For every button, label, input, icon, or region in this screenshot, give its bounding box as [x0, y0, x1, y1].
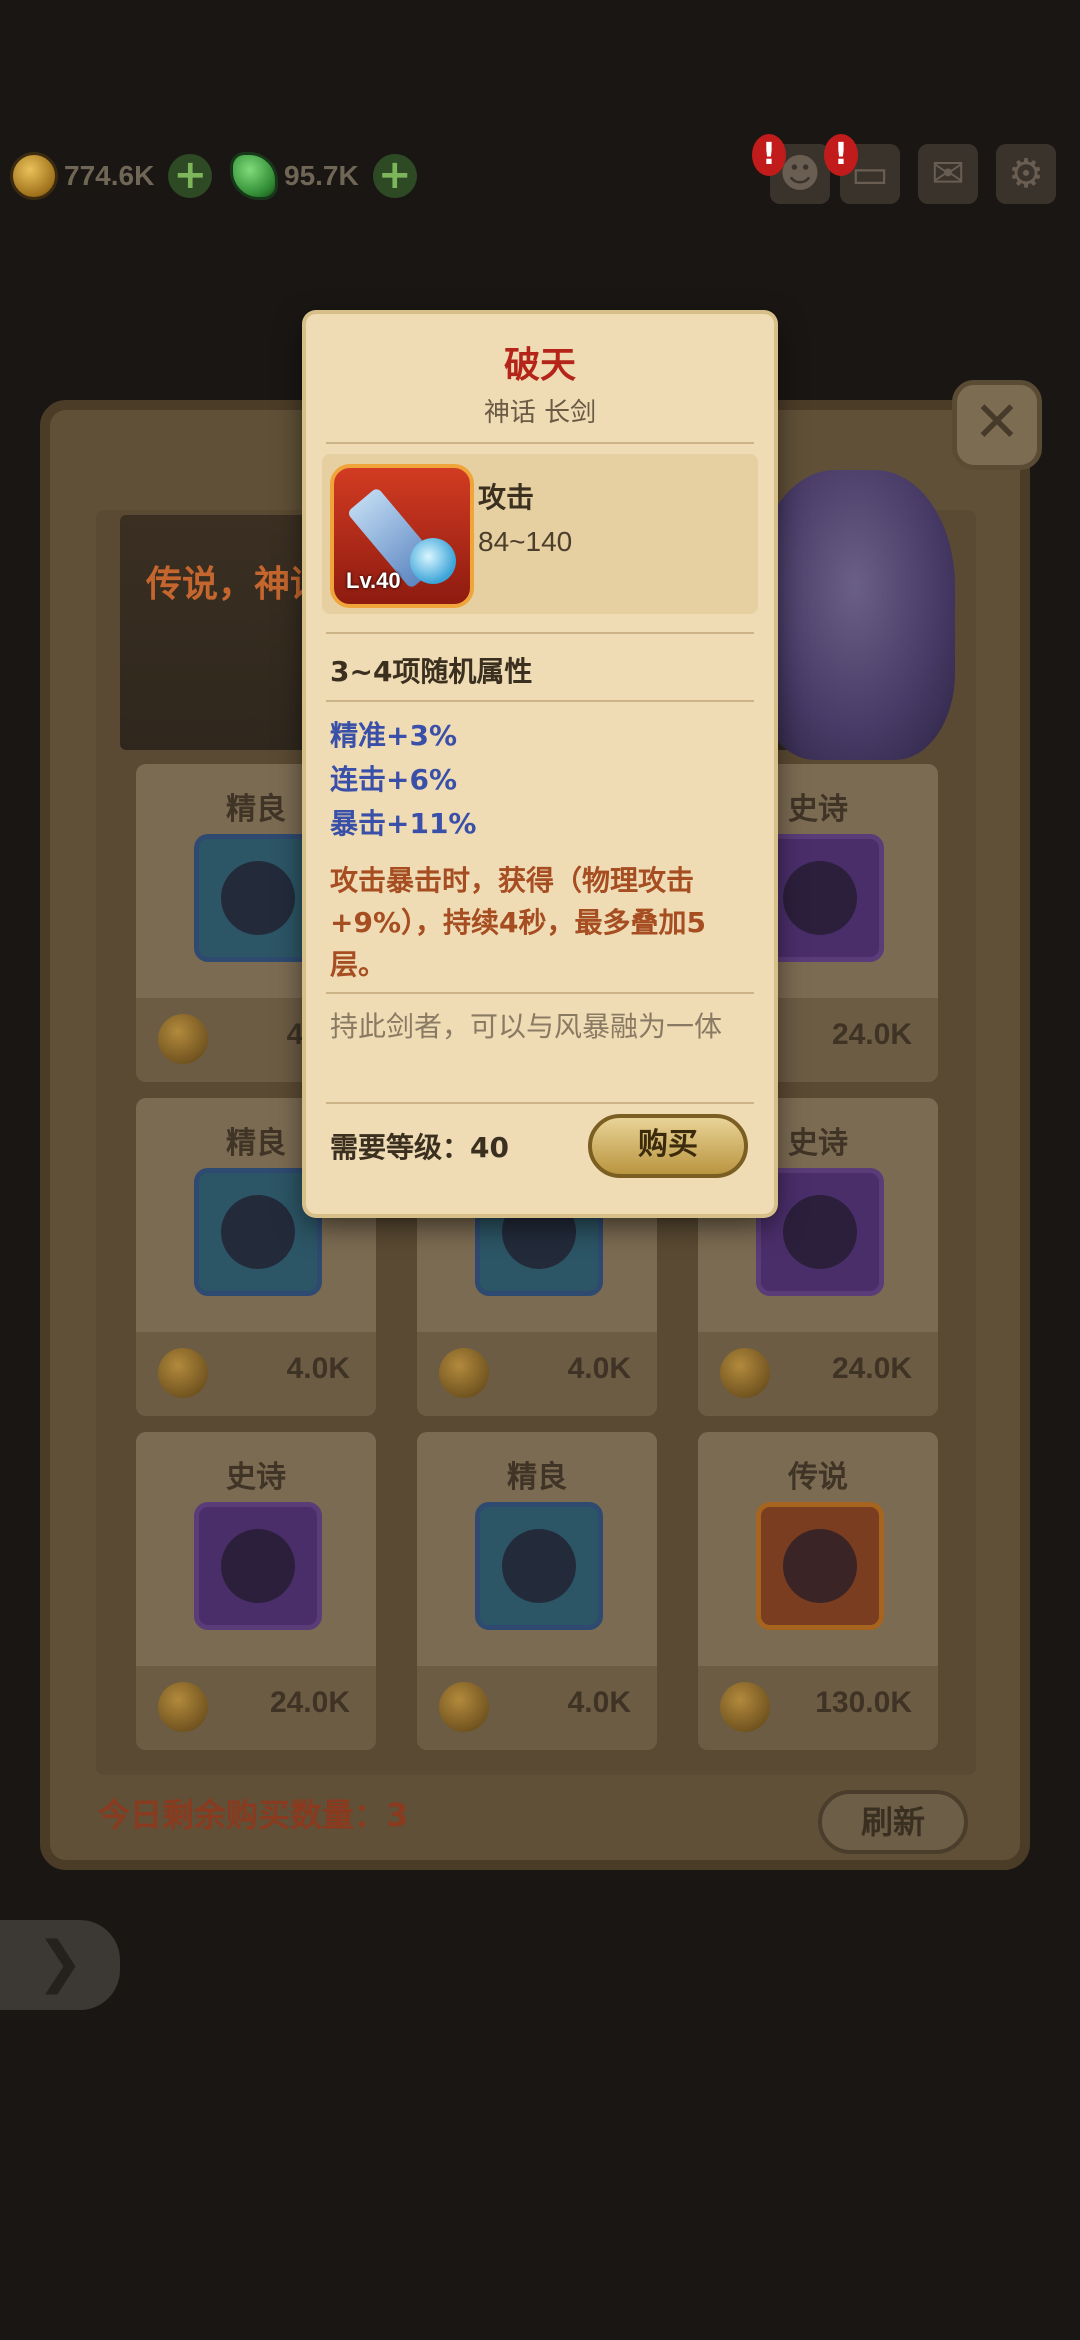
top-bar: 774.6K + 95.7K + ☻ ! ▭ ! ✉ ⚙: [0, 130, 1080, 220]
stat-value: 84~140: [478, 526, 573, 557]
blade-icon: [756, 1502, 884, 1630]
jade-value: 95.7K: [284, 160, 359, 191]
banner-text: 传说，神话: [146, 564, 327, 605]
staff-icon: [756, 834, 884, 962]
shopkeeper-monster: [755, 470, 955, 760]
add-gold-button[interactable]: +: [168, 154, 213, 198]
attr-line: 暴击+11%: [330, 807, 477, 840]
alert-badge-icon: !: [824, 134, 858, 176]
back-arrow-icon[interactable]: ❯: [0, 1920, 120, 2010]
close-button[interactable]: ✕: [952, 380, 1042, 470]
price-bar: 24.0K: [136, 1666, 376, 1750]
sword-item-icon: Lv.40: [330, 464, 474, 608]
jade-leaf-icon: [230, 152, 278, 200]
coin-icon: [720, 1348, 770, 1398]
orb-icon: [194, 1502, 322, 1630]
card-price: 4.0K: [567, 1352, 631, 1385]
coin-icon: [158, 1682, 208, 1732]
card-price: 24.0K: [831, 1352, 912, 1385]
shop-card[interactable]: 史诗 24.0K: [136, 1432, 376, 1750]
coin-icon: [439, 1348, 489, 1398]
mail-icon[interactable]: ✉: [918, 144, 978, 204]
divider: [326, 700, 754, 702]
shop-card[interactable]: 精良 4.0K: [417, 1432, 657, 1750]
card-rarity: 精良: [507, 1460, 567, 1495]
stat-name: 攻击: [478, 481, 535, 514]
item-subtitle: 神话 长剑: [483, 398, 597, 428]
price-bar: 4.0K: [417, 1332, 657, 1416]
card-price: 130.0K: [815, 1686, 912, 1719]
armor-icon: [756, 1168, 884, 1296]
coin-icon: [720, 1682, 770, 1732]
gold-coin-icon: [10, 152, 58, 200]
price-bar: 4.0K: [136, 1332, 376, 1416]
gold-resource: 774.6K +: [10, 148, 213, 204]
divider: [326, 442, 754, 444]
coin-icon: [158, 1348, 208, 1398]
gloves-icon: [194, 834, 322, 962]
jade-resource: 95.7K +: [230, 148, 417, 204]
add-jade-button[interactable]: +: [372, 154, 417, 198]
buy-button[interactable]: 购买: [588, 1114, 748, 1178]
coin-icon: [158, 1014, 208, 1064]
item-title: 破天: [503, 345, 576, 386]
item-detail-popup: 破天 神话 长剑 Lv.40 攻击 84~140 3~4项随机属性 精准+3% …: [306, 314, 774, 1214]
refresh-button[interactable]: 刷新: [818, 1790, 968, 1854]
level-requirement: 需要等级：40: [330, 1131, 509, 1164]
attr-line: 连击+6%: [330, 763, 457, 796]
alert-badge-icon: !: [752, 134, 786, 176]
divider: [326, 1102, 754, 1104]
price-bar: 4.0K: [417, 1666, 657, 1750]
boots-icon: [194, 1168, 322, 1296]
item-level: Lv.40: [346, 568, 401, 593]
card-rarity: 史诗: [226, 1460, 286, 1495]
card-price: 4.0K: [286, 1352, 350, 1385]
gold-value: 774.6K: [64, 160, 155, 191]
shop-card[interactable]: 传说 130.0K: [698, 1432, 938, 1750]
divider: [326, 992, 754, 994]
settings-gear-icon[interactable]: ⚙: [996, 144, 1056, 204]
price-bar: 130.0K: [698, 1666, 938, 1750]
flavor-text: 持此剑者，可以与风暴融为一体: [330, 1010, 723, 1043]
swirl-orb-icon: [410, 538, 456, 584]
card-rarity: 传说: [788, 1460, 848, 1495]
card-price: 24.0K: [269, 1686, 350, 1719]
attr-line: 精准+3%: [330, 719, 457, 752]
special-effect: 攻击暴击时，获得（物理攻击+9%），持续4秒，最多叠加5层。: [330, 864, 706, 981]
skull-ring-icon: [475, 1502, 603, 1630]
price-bar: 24.0K: [698, 1332, 938, 1416]
remaining-purchases: 今日剩余购买数量：3: [98, 1796, 409, 1834]
random-attr-label: 3~4项随机属性: [330, 655, 533, 688]
card-price: 24.0K: [831, 1018, 912, 1051]
coin-icon: [439, 1682, 489, 1732]
divider: [326, 632, 754, 634]
game-screen: 774.6K + 95.7K + ☻ ! ▭ ! ✉ ⚙ ✕ 传说，神话 精良 …: [0, 0, 1080, 2340]
card-price: 4.0K: [567, 1686, 631, 1719]
